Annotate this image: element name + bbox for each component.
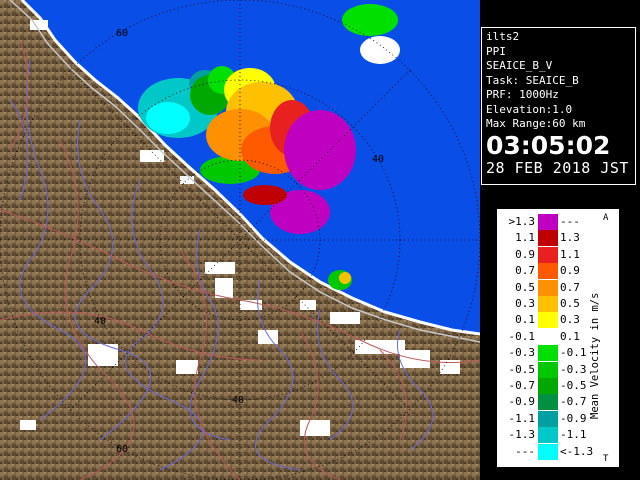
legend-upper-bound: 1.3: [560, 231, 580, 245]
legend-row: 1.1 1.3: [497, 230, 619, 247]
legend-lower-bound: -1.1: [508, 411, 536, 425]
scan-type: PPI: [486, 44, 506, 58]
legend-lower-bound: 0.5: [515, 280, 535, 294]
legend-row: -1.3 -1.1: [497, 427, 619, 444]
max-range-value: Max Range:60 km: [486, 117, 586, 130]
legend-color-swatch: [538, 214, 558, 230]
product-name: SEAICE_B_V: [486, 59, 553, 72]
station-name: ilts2: [486, 30, 520, 43]
legend-upper-bound: 0.3: [560, 313, 580, 327]
legend-color-swatch: [538, 246, 558, 263]
legend-lower-bound: -0.3: [508, 346, 536, 360]
legend-color-swatch: [538, 427, 558, 444]
legend-upper-bound: 0.1: [560, 329, 580, 343]
legend-row: 0.1 0.3: [497, 312, 619, 329]
task-name: Task: SEAICE_B: [486, 73, 579, 87]
scan-info-panel: ilts2 PPI SEAICE_B_V Task: SEAICE_B PRF:…: [481, 27, 636, 185]
legend-lower-bound: -0.7: [508, 379, 536, 392]
ring-label: 60: [116, 444, 128, 455]
legend-row: 0.3 0.5: [497, 296, 619, 312]
legend-row: >1.3 ---: [497, 214, 619, 230]
legend-row: -1.1 -0.9: [497, 410, 619, 427]
legend-lower-bound: 0.9: [515, 247, 535, 261]
ring-label: 40: [232, 395, 244, 406]
legend-color-swatch: [538, 296, 558, 312]
legend-color-swatch: [538, 312, 558, 329]
legend-row: -0.3 -0.1: [497, 345, 619, 362]
legend-color-swatch: [538, 361, 558, 378]
legend-upper-bound: -0.3: [560, 362, 587, 376]
prf-value: PRF: 1000Hz: [486, 88, 559, 101]
legend-upper-bound: 1.1: [560, 247, 580, 261]
legend-row: 0.9 1.1: [497, 246, 619, 263]
legend-color-swatch: [538, 328, 558, 345]
legend-lower-bound: >1.3: [508, 215, 536, 228]
legend-color-swatch: [538, 378, 558, 394]
legend-upper-bound: -0.5: [560, 379, 587, 392]
legend-row: 0.5 0.7: [497, 279, 619, 296]
legend-row: -0.1 0.1: [497, 328, 619, 345]
legend-lower-bound: 1.1: [515, 231, 535, 245]
legend-color-swatch: [538, 230, 558, 247]
legend-row: --- <-1.3: [497, 443, 619, 460]
legend-upper-bound: 0.5: [560, 297, 580, 310]
velocity-legend: A T Mean Velocity in m/s >1.3 --- 1.1 1.3 0.…: [496, 208, 620, 468]
ring-label: 40: [94, 316, 106, 327]
legend-row: 0.7 0.9: [497, 263, 619, 280]
radar-ppi-map: 60 40 40 40 60: [0, 0, 480, 480]
legend-lower-bound: -1.3: [508, 428, 536, 442]
legend-color-swatch: [538, 263, 558, 280]
legend-upper-bound: 0.9: [560, 264, 580, 278]
legend-lower-bound: -0.9: [508, 395, 536, 409]
legend-upper-bound: <-1.3: [560, 444, 594, 458]
legend-lower-bound: -0.1: [508, 329, 536, 343]
legend-upper-bound: ---: [560, 215, 580, 228]
legend-upper-bound: 0.7: [560, 280, 580, 294]
legend-upper-bound: -0.7: [560, 395, 587, 409]
legend-row: -0.9 -0.7: [497, 394, 619, 411]
elevation-value: Elevation:1.0: [486, 102, 573, 116]
legend-color-swatch: [538, 279, 558, 296]
scan-time: 03:05:02: [486, 130, 611, 160]
legend-upper-bound: -1.1: [560, 428, 587, 442]
legend-lower-bound: 0.7: [515, 264, 535, 278]
legend-row: -0.7 -0.5: [497, 378, 619, 394]
scan-date: 28 FEB 2018 JST: [486, 158, 629, 177]
legend-color-swatch: [538, 443, 558, 460]
legend-upper-bound: -0.1: [560, 346, 587, 360]
legend-lower-bound: ---: [515, 444, 535, 458]
legend-row: -0.5 -0.3: [497, 361, 619, 378]
legend-lower-bound: 0.1: [515, 313, 535, 327]
legend-color-swatch: [538, 410, 558, 427]
legend-lower-bound: -0.5: [508, 362, 536, 376]
legend-color-swatch: [538, 394, 558, 411]
legend-lower-bound: 0.3: [515, 297, 535, 310]
legend-color-swatch: [538, 345, 558, 362]
ring-label: 40: [372, 154, 384, 165]
legend-upper-bound: -0.9: [560, 411, 587, 425]
ring-label: 60: [116, 28, 128, 39]
